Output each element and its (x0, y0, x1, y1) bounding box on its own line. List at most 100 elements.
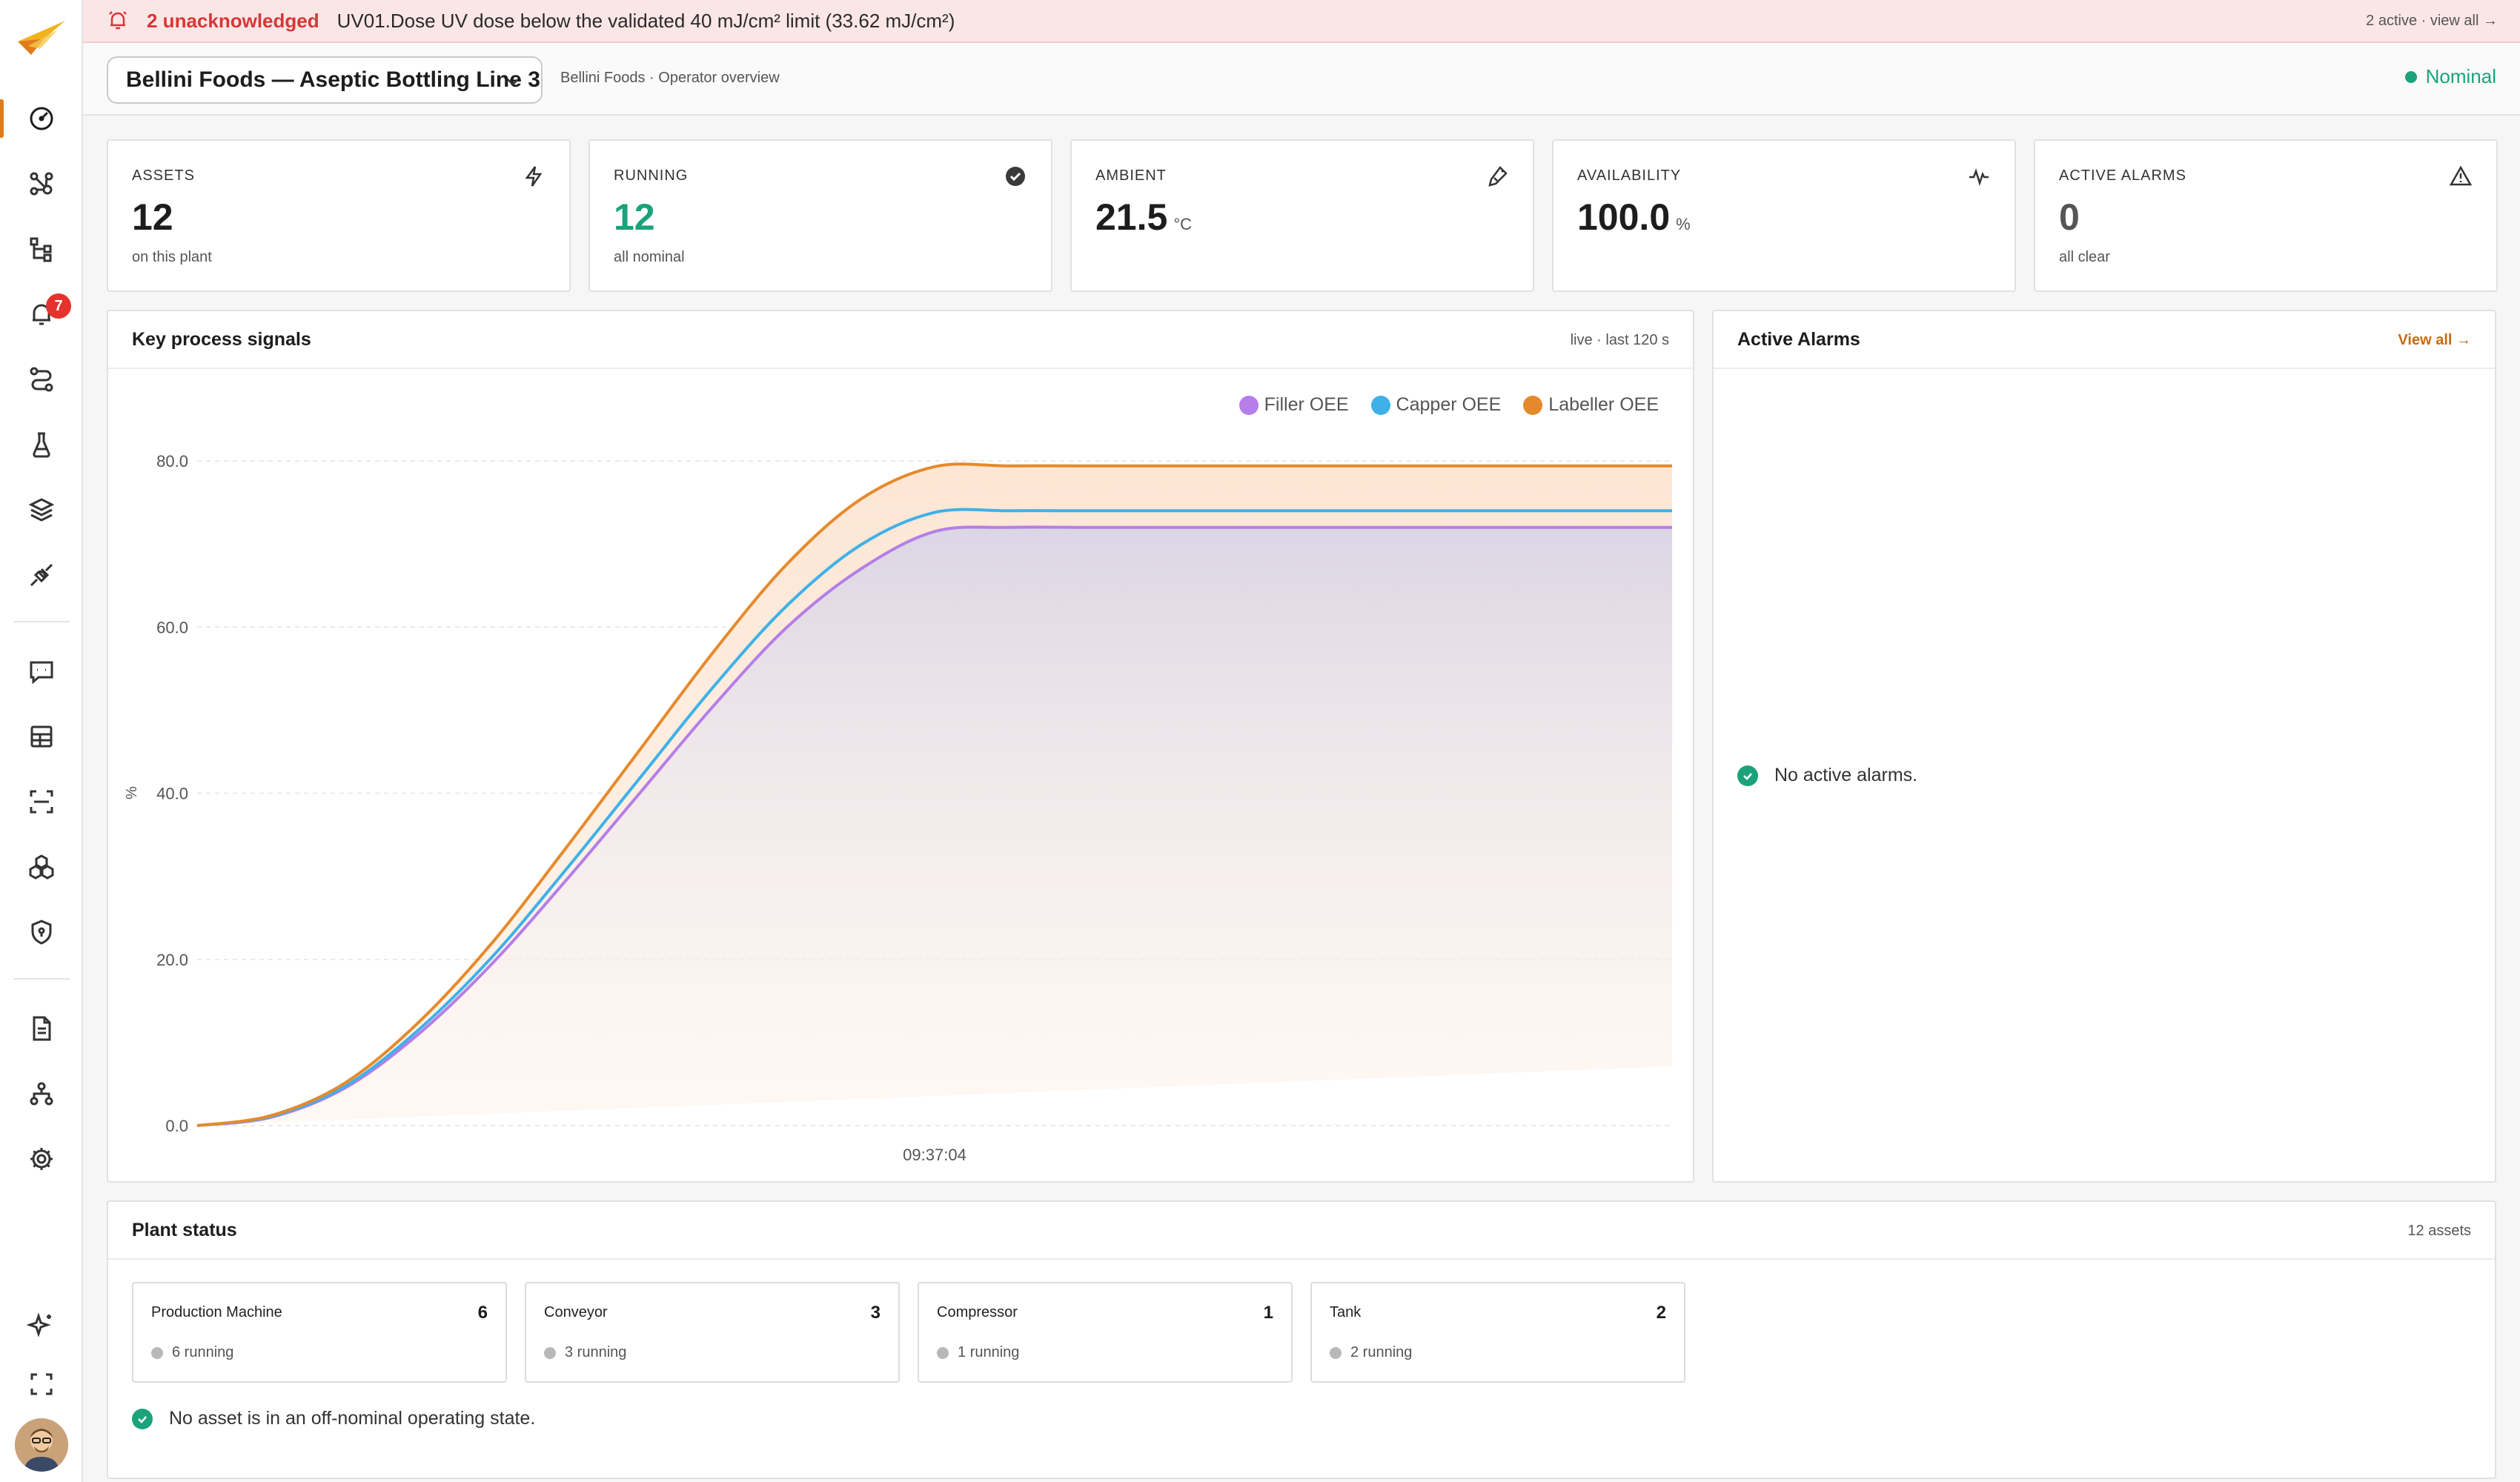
status-dot (2404, 70, 2417, 83)
asset-count-value: 6 (477, 1303, 488, 1323)
kpi-value: 12 (614, 196, 655, 238)
kpi-value: 100.0% (1577, 196, 1691, 238)
fullscreen-icon (30, 1373, 53, 1395)
check-circle-icon (1006, 167, 1025, 186)
nav-chat[interactable] (0, 645, 83, 698)
hierarchy-icon (30, 237, 52, 262)
asset-running: 2 running (1330, 1344, 1412, 1361)
panel-header: Active Alarms View all → (1714, 311, 2495, 369)
org-chart-icon (30, 1082, 53, 1106)
asset-name: Tank (1330, 1304, 1362, 1320)
nav-alarms[interactable]: 7 (0, 288, 83, 341)
asset-running: 6 running (151, 1344, 233, 1361)
plant-ok-message: No asset is in an off-nominal operating … (132, 1408, 535, 1429)
nav-scan[interactable] (0, 775, 83, 828)
asset-running: 1 running (937, 1344, 1019, 1361)
sidebar: 7 (0, 0, 83, 1482)
kpi-card-availability[interactable]: AVAILABILITY 100.0% (1552, 139, 2016, 292)
x-tick-label: 09:37:04 (903, 1146, 966, 1164)
panel-header: Plant status 12 assets (108, 1202, 2495, 1260)
alarm-message: UV01.Dose UV dose below the validated 40… (336, 9, 955, 32)
alarm-banner[interactable]: 2 unacknowledged UV01.Dose UV dose below… (83, 0, 2520, 43)
kpi-subtext: all clear (2059, 249, 2110, 265)
kpi-label: AMBIENT (1095, 167, 1167, 184)
nav-layers[interactable] (0, 483, 83, 536)
sparkle-icon (27, 1312, 51, 1338)
pulse-icon (1969, 168, 1989, 187)
chevron-down-icon (507, 79, 519, 86)
kpi-value: 21.5 °C (1095, 196, 1193, 238)
nav-hierarchy[interactable] (0, 222, 83, 276)
page-header: Bellini Foods — Aseptic Bottling Line 3 … (83, 43, 2520, 116)
signal-chart[interactable]: 0.0 20.0 40.0 60.0 80.0% 09:37:04 (108, 311, 1693, 1181)
avatar-portrait-icon (15, 1418, 68, 1472)
kpi-card-active-alarms[interactable]: ACTIVE ALARMS 0 all clear (2034, 139, 2498, 292)
asset-card-compressor[interactable]: Compressor 1 1 running (918, 1282, 1293, 1383)
kpi-card-ambient[interactable]: AMBIENT 21.5 °C (1070, 139, 1534, 292)
kpi-subtext: on this plant (132, 249, 212, 265)
asset-name: Compressor (937, 1304, 1018, 1320)
check-icon (1737, 765, 1758, 786)
nav-organization[interactable] (0, 1067, 83, 1120)
nav-integrations[interactable] (0, 548, 83, 602)
nav-routes[interactable] (0, 353, 83, 406)
shield-icon (31, 920, 52, 945)
nav-models[interactable] (0, 840, 83, 894)
sidebar-divider (13, 621, 70, 622)
nav-settings[interactable] (0, 1132, 83, 1186)
scan-icon (30, 790, 53, 814)
panel-title: Plant status (132, 1220, 237, 1240)
nav-assistant[interactable] (0, 1298, 83, 1352)
view-all-link[interactable]: View all → (2398, 332, 2471, 349)
y-tick-label: 60.0 (156, 618, 188, 637)
plant-selector[interactable]: Bellini Foods — Aseptic Bottling Line 3 (107, 56, 543, 104)
nav-reports[interactable] (0, 1002, 83, 1055)
asset-card-conveyor[interactable]: Conveyor 3 3 running (525, 1282, 900, 1383)
user-avatar[interactable] (15, 1418, 68, 1472)
alarms-panel: Active Alarms View all → No active alarm… (1712, 310, 2496, 1183)
route-icon (30, 367, 53, 392)
bolt-icon (525, 166, 543, 187)
y-tick-label: 40.0 (156, 785, 188, 803)
plant-selector-label: Bellini Foods — Aseptic Bottling Line 3 (126, 67, 540, 92)
y-axis-label: % (124, 786, 140, 800)
check-icon (132, 1408, 153, 1429)
asset-count-value: 1 (1263, 1303, 1273, 1323)
asset-count: 12 assets (2407, 1223, 2471, 1239)
panel-title: Active Alarms (1737, 329, 1860, 350)
brand-logo-icon[interactable] (15, 16, 68, 61)
chat-icon (30, 661, 53, 685)
asset-name: Production Machine (151, 1304, 282, 1320)
kpi-label: ACTIVE ALARMS (2059, 167, 2186, 184)
nav-fullscreen[interactable] (0, 1358, 83, 1411)
sidebar-divider (13, 978, 70, 980)
nav-graph[interactable] (0, 157, 83, 210)
table-grid-icon (30, 725, 53, 748)
nav-lab[interactable] (0, 418, 83, 471)
kpi-label: RUNNING (614, 167, 689, 184)
unacknowledged-count[interactable]: 2 unacknowledged (147, 10, 319, 33)
alarm-count-badge: 7 (46, 293, 71, 319)
asset-card-tank[interactable]: Tank 2 2 running (1310, 1282, 1685, 1383)
cubes-icon (29, 854, 54, 880)
kpi-value: 12 (132, 196, 173, 238)
bell-alarm-icon (109, 11, 127, 30)
empty-alarms-message: No active alarms. (1737, 765, 1917, 786)
asset-card-production-machine[interactable]: Production Machine 6 6 running (132, 1282, 507, 1383)
plant-status-indicator: Nominal (2404, 65, 2496, 88)
view-all-alarms-link[interactable]: 2 active · view all → (2366, 13, 2498, 30)
asset-running: 3 running (544, 1344, 626, 1361)
kpi-card-assets[interactable]: ASSETS 12 on this plant (107, 139, 571, 292)
plug-icon (30, 563, 53, 587)
flask-icon (33, 432, 50, 458)
asset-name: Conveyor (544, 1304, 608, 1320)
nav-tables[interactable] (0, 710, 83, 763)
document-icon (33, 1016, 51, 1041)
y-tick-label: 80.0 (156, 452, 188, 471)
nav-security[interactable] (0, 906, 83, 959)
kpi-card-running[interactable]: RUNNING 12 all nominal (588, 139, 1052, 292)
nav-dashboard[interactable] (0, 92, 83, 145)
status-label: Nominal (2425, 65, 2496, 87)
thermometer-icon (1488, 166, 1508, 187)
signals-panel: Key process signals live · last 120 s Fi… (107, 310, 1694, 1183)
